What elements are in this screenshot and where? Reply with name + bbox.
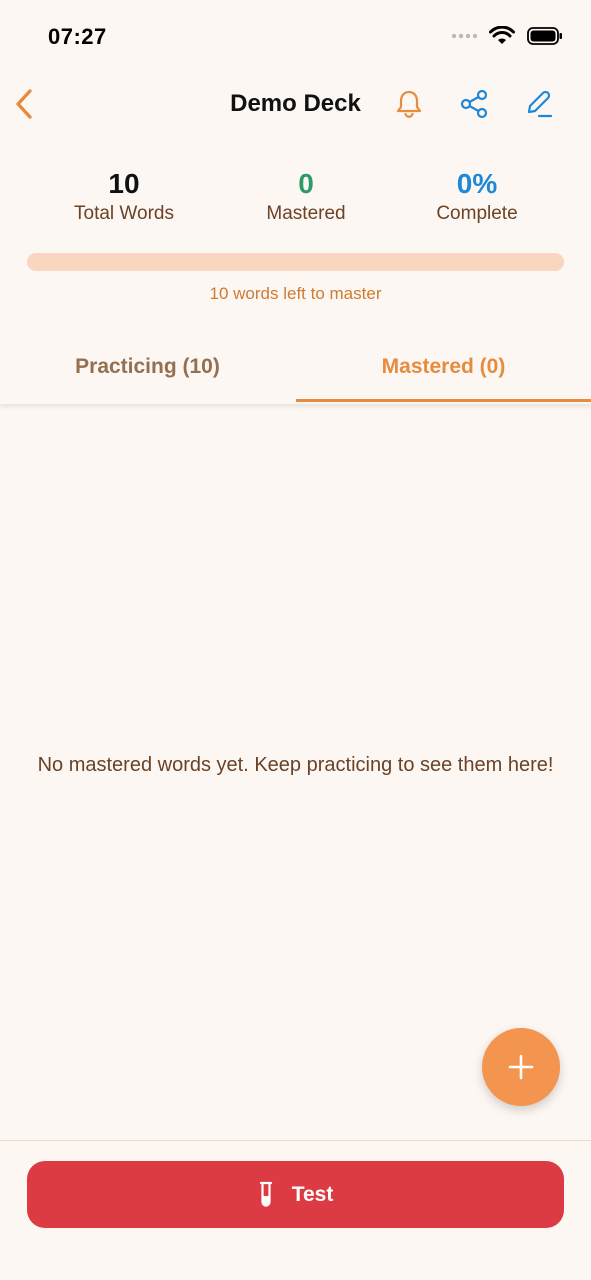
complete-label: Complete <box>436 203 518 224</box>
active-tab-indicator <box>296 399 591 402</box>
status-bar: 07:27 <box>0 0 591 76</box>
add-word-button[interactable] <box>482 1028 560 1106</box>
stat-complete: 0% Complete <box>387 166 567 226</box>
signal-icon <box>451 33 477 39</box>
footer-divider <box>0 1140 591 1141</box>
stat-mastered: 0 Mastered <box>216 166 396 226</box>
nav-bar: Demo Deck <box>0 76 591 136</box>
edit-button[interactable] <box>523 88 555 120</box>
test-tube-icon <box>259 1181 272 1207</box>
share-button[interactable] <box>458 88 490 120</box>
battery-icon <box>527 27 562 45</box>
mastered-value: 0 <box>298 168 314 199</box>
empty-state-message: No mastered words yet. Keep practicing t… <box>37 754 554 776</box>
deck-stats: 10 Total Words 0 Mastered 0% Complete <box>0 166 591 236</box>
total-words-value: 10 <box>108 168 140 199</box>
progress-caption: 10 words left to master <box>209 284 382 303</box>
mastered-label: Mastered <box>266 203 346 224</box>
pencil-icon <box>527 90 553 118</box>
tab-mastered[interactable]: Mastered (0) <box>296 340 591 402</box>
plus-icon <box>508 1054 534 1080</box>
tab-practicing[interactable]: Practicing (10) <box>0 340 295 402</box>
status-icons <box>451 26 563 46</box>
word-tabs: Practicing (10) Mastered (0) <box>0 340 591 404</box>
status-time: 07:27 <box>48 24 107 49</box>
mastery-progress-bar <box>27 253 564 271</box>
wifi-icon <box>489 26 515 44</box>
total-words-label: Total Words <box>74 203 174 224</box>
reminder-button[interactable] <box>393 88 425 120</box>
test-button[interactable]: Test <box>27 1161 564 1228</box>
share-icon <box>460 89 488 119</box>
bell-icon <box>396 90 422 118</box>
page-title: Demo Deck <box>230 90 361 117</box>
complete-value: 0% <box>456 168 498 199</box>
stat-total-words: 10 Total Words <box>34 166 214 226</box>
test-button-label: Test <box>291 1182 334 1206</box>
